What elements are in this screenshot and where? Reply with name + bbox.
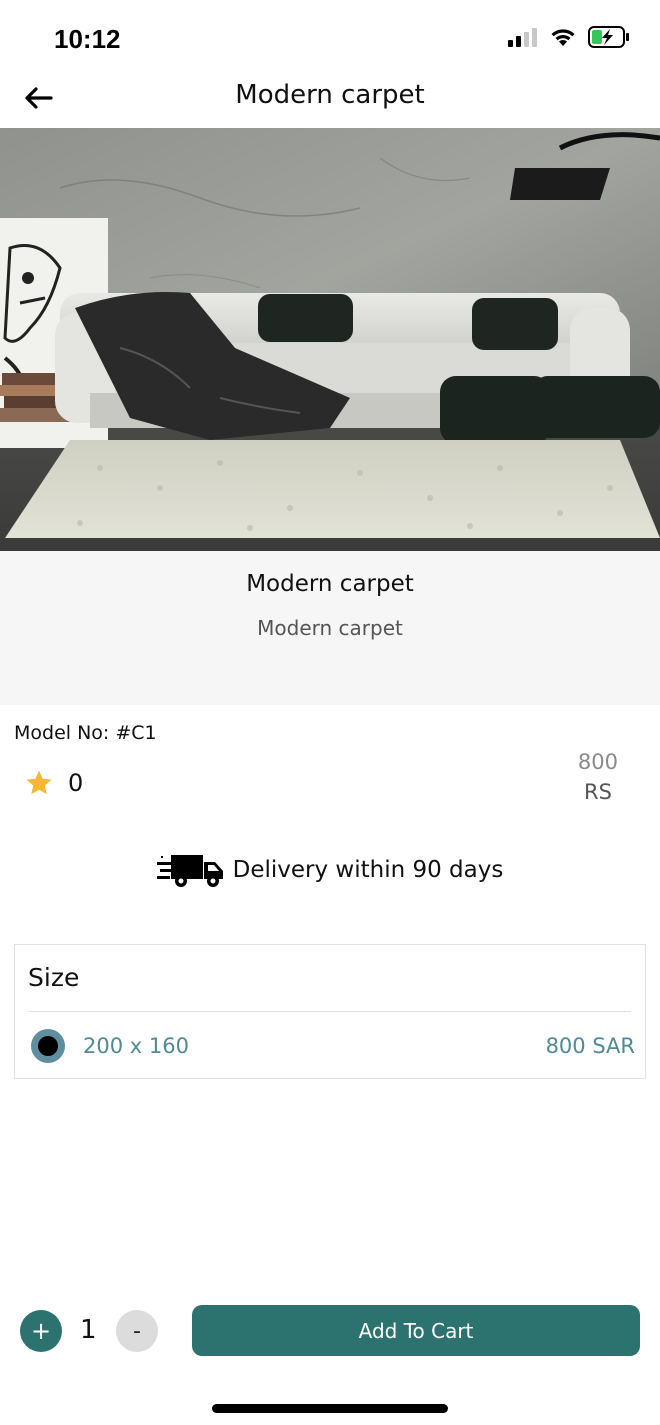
quantity-value: 1 <box>80 1315 97 1345</box>
star-icon <box>26 770 52 795</box>
price-block: 800 RS <box>578 750 618 804</box>
rating: 0 <box>24 768 83 798</box>
model-number: Model No: #C1 <box>14 722 157 744</box>
battery-icon <box>588 26 629 48</box>
price-value: 800 <box>577 750 618 774</box>
status-bar: 10:12 <box>0 0 660 70</box>
delivery-truck-icon <box>156 855 223 887</box>
size-option[interactable]: 200 x 160 800 SAR <box>31 1029 635 1063</box>
quantity-decrease-button[interactable]: - <box>116 1310 158 1352</box>
signal-icon <box>508 28 537 47</box>
product-title-block: Modern carpet Modern carpet <box>0 551 660 705</box>
radio-selected-icon[interactable] <box>31 1029 65 1063</box>
size-divider <box>29 1011 631 1012</box>
quantity-increase-button[interactable]: + <box>20 1310 62 1352</box>
size-option-name: 200 x 160 <box>83 1034 189 1058</box>
size-card: Size 200 x 160 800 SAR <box>14 944 646 1079</box>
price-currency: RS <box>583 780 612 804</box>
nav-header: Modern carpet <box>0 70 660 126</box>
delivery-info: Delivery within 90 days <box>0 852 660 888</box>
status-icons <box>508 26 630 48</box>
size-option-price: 800 SAR <box>545 1034 635 1058</box>
rating-value: 0 <box>68 769 84 797</box>
product-image <box>0 128 660 551</box>
wifi-icon <box>551 29 575 46</box>
status-time: 10:12 <box>54 24 121 54</box>
page-title: Modern carpet <box>235 80 425 110</box>
product-subtitle: Modern carpet <box>257 616 403 640</box>
add-to-cart-button[interactable]: Add To Cart <box>192 1305 640 1356</box>
product-name: Modern carpet <box>246 571 414 597</box>
size-label: Size <box>28 963 80 992</box>
delivery-text: Delivery within 90 days <box>232 857 504 883</box>
home-indicator[interactable] <box>212 1404 448 1413</box>
